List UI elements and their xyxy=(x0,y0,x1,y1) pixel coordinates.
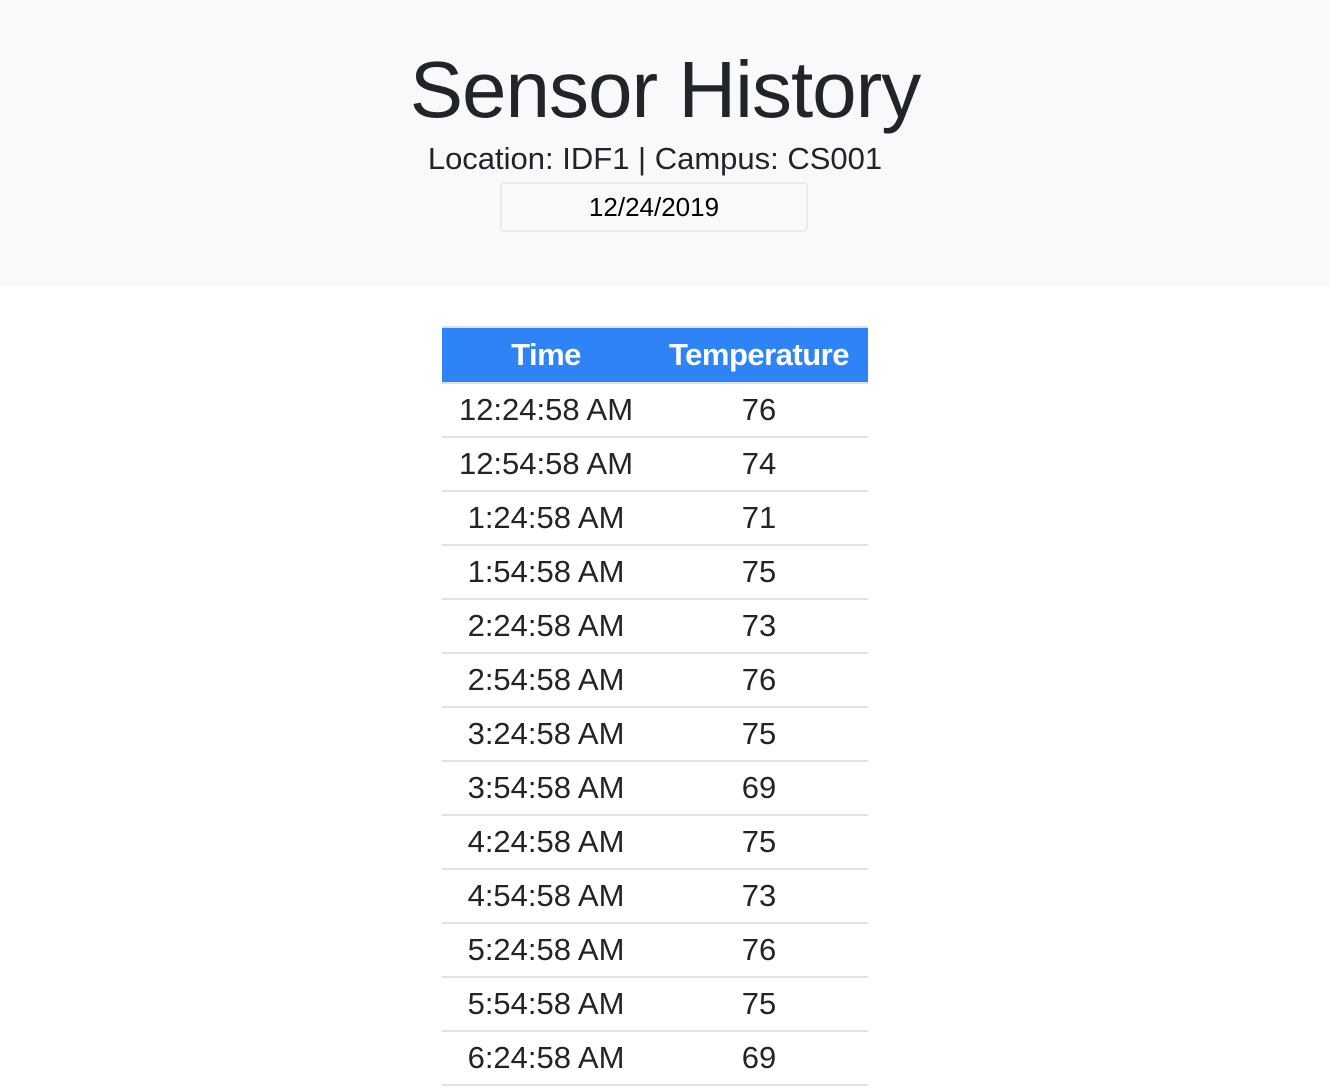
time-cell: 2:54:58 AM xyxy=(442,653,650,708)
table-row: 2:54:58 AM 76 xyxy=(442,653,868,708)
column-header-time: Time xyxy=(442,326,650,384)
time-cell: 4:24:58 AM xyxy=(442,815,650,870)
temperature-cell: 75 xyxy=(650,977,868,1032)
time-cell: 5:54:58 AM xyxy=(442,977,650,1032)
temperature-cell: 76 xyxy=(650,653,868,708)
temperature-cell: 74 xyxy=(650,437,868,492)
temperature-cell: 71 xyxy=(650,491,868,546)
time-cell: 1:54:58 AM xyxy=(442,545,650,600)
temperature-cell: 75 xyxy=(650,707,868,762)
time-cell: 2:24:58 AM xyxy=(442,599,650,654)
table-row: 6:24:58 AM 69 xyxy=(442,1031,868,1086)
time-cell: 3:24:58 AM xyxy=(442,707,650,762)
time-cell: 5:24:58 AM xyxy=(442,923,650,978)
time-cell: 1:24:58 AM xyxy=(442,491,650,546)
temperature-cell: 73 xyxy=(650,599,868,654)
time-cell: 4:54:58 AM xyxy=(442,869,650,924)
page-title: Sensor History xyxy=(409,45,922,134)
temperature-cell: 75 xyxy=(650,815,868,870)
column-header-temperature: Temperature xyxy=(650,326,868,384)
date-input[interactable] xyxy=(500,182,808,232)
time-cell: 3:54:58 AM xyxy=(442,761,650,816)
table-row: 2:24:58 AM 73 xyxy=(442,599,868,654)
temperature-cell: 76 xyxy=(650,923,868,978)
table-row: 5:54:58 AM 75 xyxy=(442,977,868,1032)
time-cell: 6:24:58 AM xyxy=(442,1031,650,1086)
table-row: 4:54:58 AM 73 xyxy=(442,869,868,924)
table-row: 3:54:58 AM 69 xyxy=(442,761,868,816)
temperature-cell: 75 xyxy=(650,545,868,600)
sensor-history-table: Time Temperature 12:24:58 AM 76 12:54:58… xyxy=(442,326,868,1086)
table-row: 12:54:58 AM 74 xyxy=(442,437,868,492)
table-row: 3:24:58 AM 75 xyxy=(442,707,868,762)
table-header-row: Time Temperature xyxy=(442,326,868,384)
table-row: 1:54:58 AM 75 xyxy=(442,545,868,600)
table-row: 4:24:58 AM 75 xyxy=(442,815,868,870)
time-cell: 12:24:58 AM xyxy=(442,383,650,438)
page-header: Sensor History Location: IDF1 | Campus: … xyxy=(0,0,1330,286)
time-cell: 12:54:58 AM xyxy=(442,437,650,492)
temperature-cell: 76 xyxy=(650,383,868,438)
table-row: 1:24:58 AM 71 xyxy=(442,491,868,546)
temperature-cell: 73 xyxy=(650,869,868,924)
location-campus-subtitle: Location: IDF1 | Campus: CS001 xyxy=(427,141,883,176)
temperature-cell: 69 xyxy=(650,761,868,816)
table-row: 5:24:58 AM 76 xyxy=(442,923,868,978)
table-row: 12:24:58 AM 76 xyxy=(442,383,868,438)
temperature-cell: 69 xyxy=(650,1031,868,1086)
